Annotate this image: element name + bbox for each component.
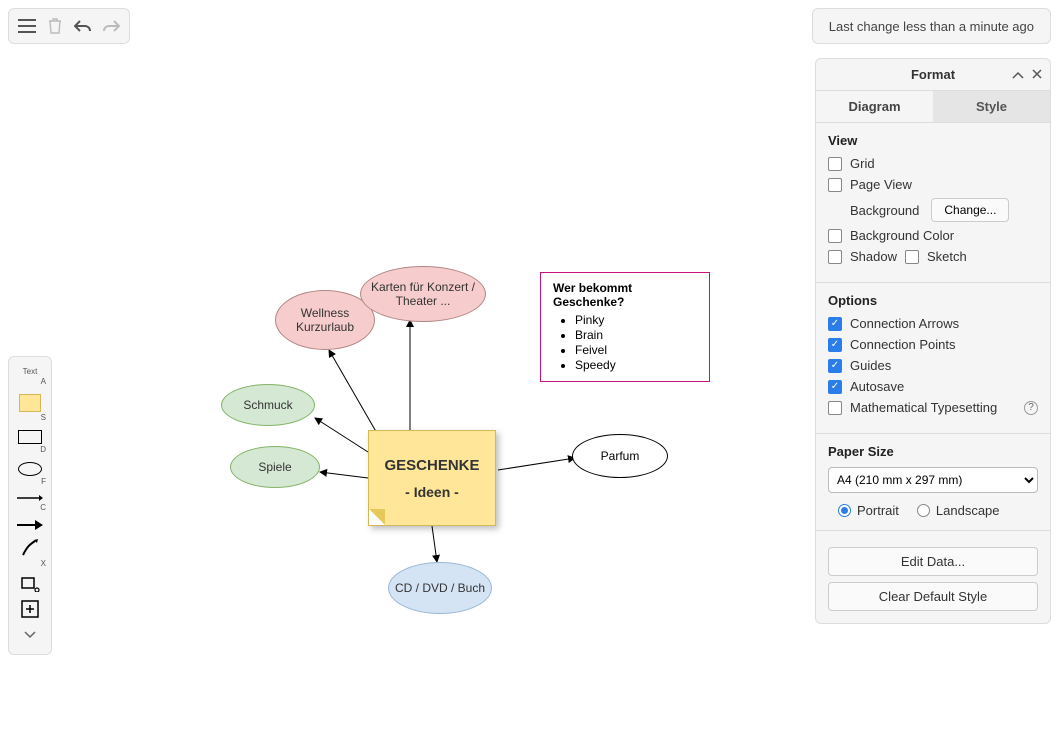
node-wellness[interactable]: Wellness Kurzurlaub (275, 290, 375, 350)
edit-data-button[interactable]: Edit Data... (828, 547, 1038, 576)
note-fold-bg (369, 509, 385, 525)
collapse-button[interactable] (1012, 67, 1024, 82)
format-header: Format (816, 59, 1050, 91)
section-options: Options Connection Arrows Connection Poi… (816, 283, 1050, 434)
label-conn-points: Connection Points (850, 337, 956, 352)
node-parfum[interactable]: Parfum (572, 434, 668, 478)
format-tabs: Diagram Style (816, 91, 1050, 123)
label-shadow: Shadow (850, 249, 897, 264)
checkbox-conn-arrows[interactable] (828, 317, 842, 331)
label-pageview: Page View (850, 177, 912, 192)
list-item: Speedy (575, 358, 697, 372)
help-icon[interactable]: ? (1024, 401, 1038, 415)
list-item: Pinky (575, 313, 697, 327)
paper-size-select[interactable]: A4 (210 mm x 297 mm) (828, 467, 1038, 493)
tab-style[interactable]: Style (933, 91, 1050, 122)
checkbox-bgcolor[interactable] (828, 229, 842, 243)
section-title: View (828, 133, 1038, 148)
node-label: Parfum (601, 449, 640, 463)
checkbox-autosave[interactable] (828, 380, 842, 394)
section-title: Options (828, 293, 1038, 308)
change-background-button[interactable]: Change... (931, 198, 1009, 222)
close-button[interactable] (1032, 67, 1042, 82)
node-label: Spiele (258, 460, 291, 474)
label-portrait: Portrait (857, 503, 899, 518)
checkbox-pageview[interactable] (828, 178, 842, 192)
checkbox-math[interactable] (828, 401, 842, 415)
node-karten[interactable]: Karten für Konzert / Theater ... (360, 266, 486, 322)
format-panel: Format Diagram Style View Grid Page View… (815, 58, 1051, 624)
format-title: Format (911, 67, 955, 82)
section-title: Paper Size (828, 444, 1038, 459)
list-item: Brain (575, 328, 697, 342)
label-guides: Guides (850, 358, 891, 373)
chevron-up-icon (1012, 71, 1024, 79)
close-icon (1032, 69, 1042, 79)
note-subtitle: - Ideen - (405, 484, 459, 500)
node-label: Karten für Konzert / Theater ... (365, 280, 481, 308)
list-item: Feivel (575, 343, 697, 357)
section-actions: Edit Data... Clear Default Style (816, 531, 1050, 623)
textbox-recipients[interactable]: Wer bekommt Geschenke? Pinky Brain Feive… (540, 272, 710, 382)
clear-style-button[interactable]: Clear Default Style (828, 582, 1038, 611)
node-label: CD / DVD / Buch (395, 581, 485, 595)
node-center-note[interactable]: GESCHENKE - Ideen - (368, 430, 496, 526)
checkbox-shadow[interactable] (828, 250, 842, 264)
section-view: View Grid Page View BackgroundChange... … (816, 123, 1050, 283)
checkbox-sketch[interactable] (905, 250, 919, 264)
checkbox-grid[interactable] (828, 157, 842, 171)
label-background: Background (850, 203, 919, 218)
radio-landscape[interactable] (917, 504, 930, 517)
label-autosave: Autosave (850, 379, 904, 394)
note-title: GESCHENKE (384, 457, 479, 474)
node-label: Wellness Kurzurlaub (280, 306, 370, 334)
label-grid: Grid (850, 156, 875, 171)
node-spiele[interactable]: Spiele (230, 446, 320, 488)
label-math: Mathematical Typesetting (850, 400, 997, 415)
node-schmuck[interactable]: Schmuck (221, 384, 315, 426)
textbox-list: Pinky Brain Feivel Speedy (553, 313, 697, 372)
checkbox-conn-points[interactable] (828, 338, 842, 352)
label-sketch: Sketch (927, 249, 967, 264)
label-bgcolor: Background Color (850, 228, 954, 243)
checkbox-guides[interactable] (828, 359, 842, 373)
textbox-header: Wer bekommt Geschenke? (553, 281, 697, 309)
label-conn-arrows: Connection Arrows (850, 316, 959, 331)
label-landscape: Landscape (936, 503, 1000, 518)
section-paper: Paper Size A4 (210 mm x 297 mm) Portrait… (816, 434, 1050, 531)
tab-diagram[interactable]: Diagram (816, 91, 933, 122)
radio-portrait[interactable] (838, 504, 851, 517)
node-label: Schmuck (243, 398, 292, 412)
node-cd[interactable]: CD / DVD / Buch (388, 562, 492, 614)
